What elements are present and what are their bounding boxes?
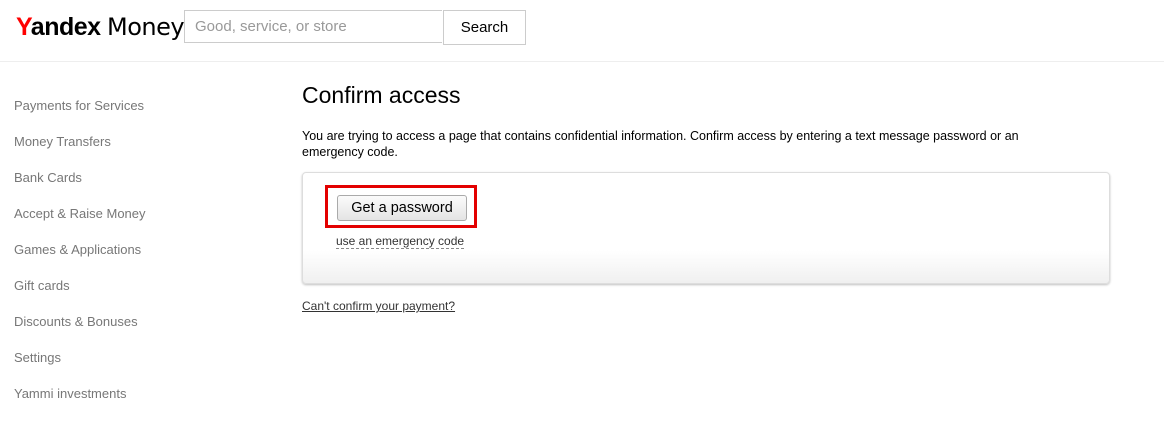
sidebar-item-yammi-investments[interactable]: Yammi investments	[14, 376, 146, 412]
search-input[interactable]	[184, 10, 442, 43]
sidebar-item-accept-raise-money[interactable]: Accept & Raise Money	[14, 196, 146, 232]
emergency-code-link[interactable]: use an emergency code	[336, 234, 465, 249]
sidebar-item-gift-cards[interactable]: Gift cards	[14, 268, 146, 304]
search-button[interactable]: Search	[443, 10, 526, 45]
logo-brand-first-letter: Y	[16, 13, 31, 41]
sidebar-item-games-applications[interactable]: Games & Applications	[14, 232, 146, 268]
logo-product: Money	[107, 13, 185, 41]
sidebar-item-money-transfers[interactable]: Money Transfers	[14, 124, 146, 160]
logo-brand-rest: andex	[30, 13, 101, 41]
sidebar-nav: Payments for Services Money Transfers Ba…	[14, 88, 146, 412]
sidebar-item-settings[interactable]: Settings	[14, 340, 146, 376]
yandex-money-logo[interactable]: Yandex Money	[16, 10, 185, 44]
confirm-access-card: Get a password use an emergency code	[302, 172, 1110, 284]
page-title: Confirm access	[302, 82, 461, 108]
get-password-button[interactable]: Get a password	[337, 195, 467, 221]
sidebar-item-payments-for-services[interactable]: Payments for Services	[14, 88, 146, 124]
header: Yandex Money Search	[0, 0, 1164, 62]
page-description: You are trying to access a page that con…	[302, 129, 1019, 159]
sidebar-item-discounts-bonuses[interactable]: Discounts & Bonuses	[14, 304, 146, 340]
sidebar-item-bank-cards[interactable]: Bank Cards	[14, 160, 146, 196]
logo-brand: Yandex	[16, 13, 101, 41]
cant-confirm-payment-link[interactable]: Can't confirm your payment?	[302, 299, 455, 313]
